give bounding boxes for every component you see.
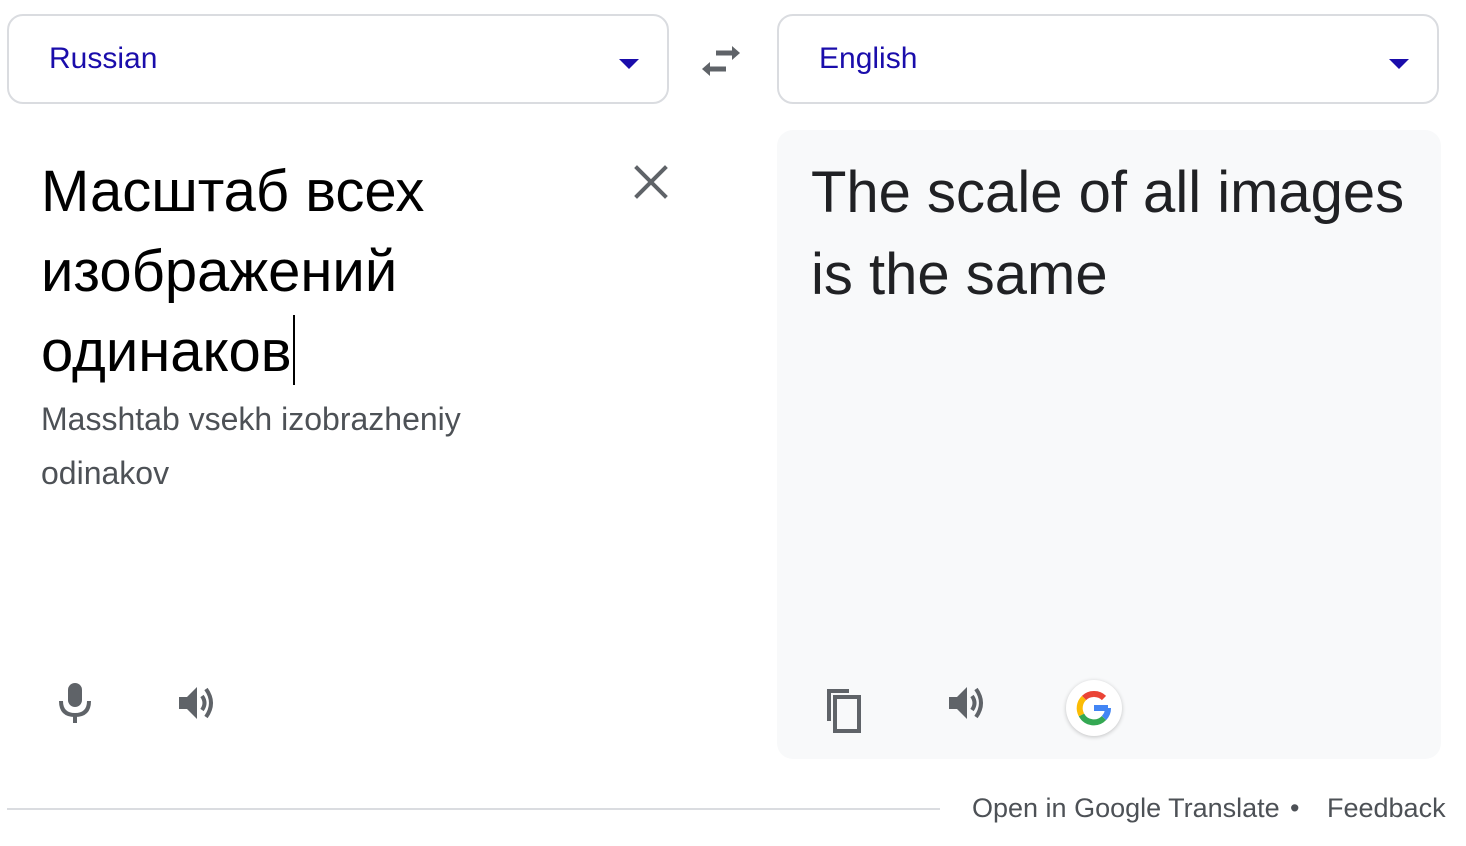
target-panel: The scale of all images is the same [777, 130, 1441, 759]
copy-button[interactable] [815, 682, 871, 738]
open-in-google-translate-link[interactable]: Open in Google Translate [972, 793, 1280, 824]
swap-languages-button[interactable] [696, 38, 746, 84]
source-text-input[interactable]: Масштаб всех изображений одинаков [41, 152, 601, 392]
chevron-down-icon [1389, 59, 1409, 69]
copy-icon [827, 689, 861, 733]
chevron-down-icon [619, 59, 639, 69]
translate-widget: Russian English Масштаб всех изображений… [0, 0, 1466, 846]
translation-text: The scale of all images is the same [811, 160, 1405, 307]
speaker-icon [949, 687, 983, 719]
source-language-select[interactable]: Russian [7, 14, 669, 104]
transliteration: Masshtab vsekh izobrazheniy odinakov [41, 401, 461, 491]
google-search-button[interactable] [1066, 680, 1122, 736]
close-icon [634, 165, 668, 199]
google-g-icon [1076, 691, 1111, 726]
speaker-icon [179, 687, 213, 719]
text-caret [292, 315, 295, 385]
source-panel: Масштаб всех изображений одинаков Massht… [7, 130, 669, 758]
clear-button[interactable] [629, 160, 673, 204]
source-language-label: Russian [49, 42, 158, 75]
target-listen-button[interactable] [939, 675, 995, 731]
swap-arrows-icon [702, 46, 740, 76]
target-language-select[interactable]: English [777, 14, 1439, 104]
footer-divider [7, 808, 940, 810]
microphone-icon [59, 683, 91, 723]
feedback-link[interactable]: Feedback [1327, 793, 1446, 824]
microphone-button[interactable] [47, 675, 103, 731]
source-listen-button[interactable] [169, 675, 225, 731]
target-language-label: English [819, 42, 918, 75]
footer-separator: • [1290, 793, 1300, 823]
source-text: Масштаб всех изображений одинаков [41, 159, 425, 384]
